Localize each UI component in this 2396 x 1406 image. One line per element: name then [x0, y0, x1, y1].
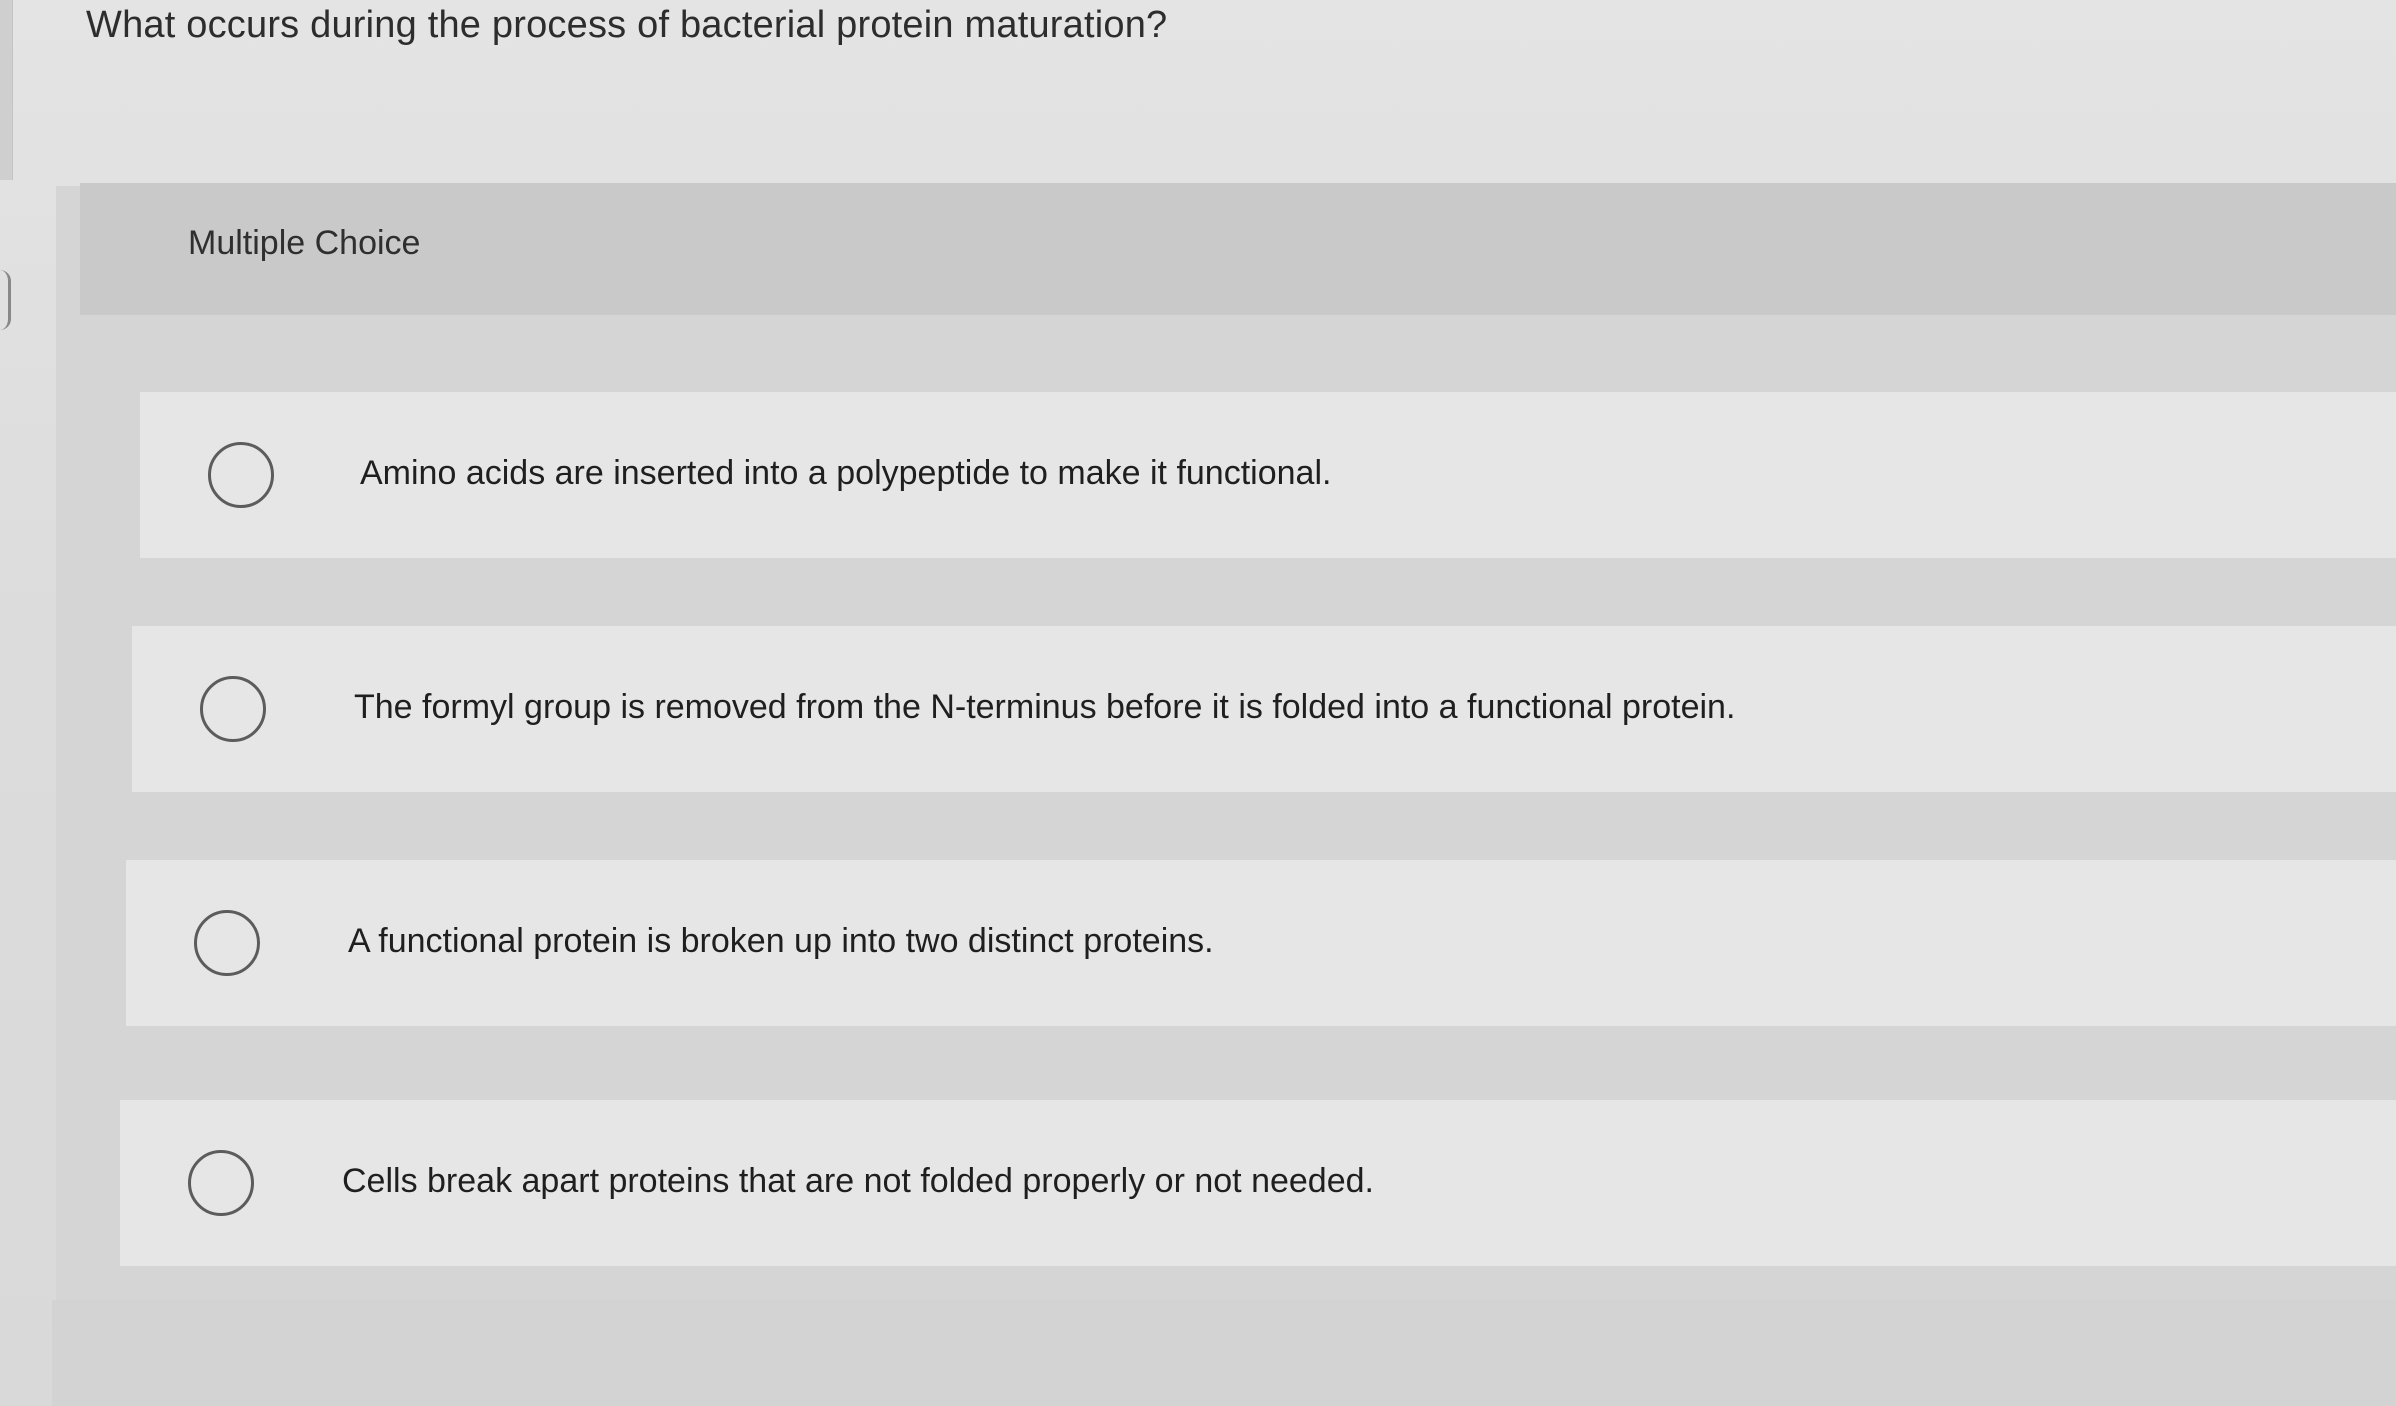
question-text: What occurs during the process of bacter…	[86, 4, 1168, 46]
panel-header	[80, 183, 2396, 315]
radio-button-icon[interactable]	[188, 1150, 254, 1216]
radio-button-icon[interactable]	[208, 442, 274, 508]
left-window-edge	[0, 0, 13, 180]
radio-button-icon[interactable]	[200, 676, 266, 742]
answer-option-3[interactable]: A functional protein is broken up into t…	[126, 860, 2396, 1026]
answer-option-label: A functional protein is broken up into t…	[348, 922, 1214, 960]
answer-option-label: Amino acids are inserted into a polypept…	[360, 454, 1332, 492]
radio-button-icon[interactable]	[194, 910, 260, 976]
answer-option-label: The formyl group is removed from the N-t…	[354, 688, 1736, 726]
left-edge-handle	[0, 270, 11, 330]
question-type-label: Multiple Choice	[188, 224, 421, 262]
answer-option-4[interactable]: Cells break apart proteins that are not …	[120, 1100, 2396, 1266]
answer-option-2[interactable]: The formyl group is removed from the N-t…	[132, 626, 2396, 792]
answer-option-label: Cells break apart proteins that are not …	[342, 1162, 1374, 1200]
answer-option-1[interactable]: Amino acids are inserted into a polypept…	[140, 392, 2396, 558]
panel-footer-area	[52, 1300, 2396, 1406]
